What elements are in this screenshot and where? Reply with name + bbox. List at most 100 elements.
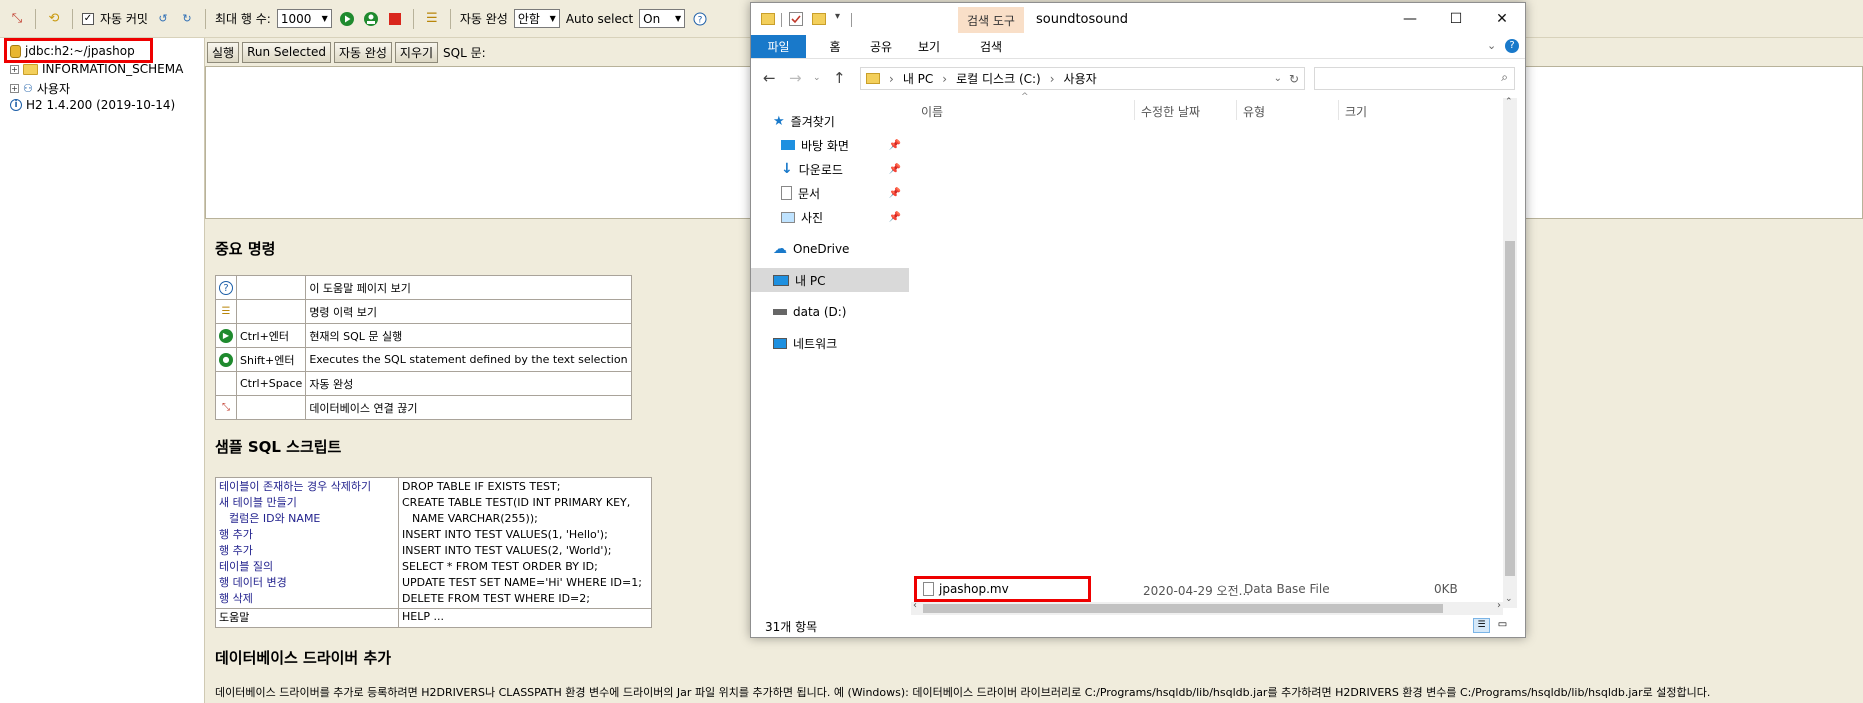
chevron-right-icon[interactable]: › <box>1050 72 1055 86</box>
tab-view[interactable]: 보기 <box>909 35 949 58</box>
disconnect-icon[interactable]: ⤡ <box>8 10 26 28</box>
forward-icon[interactable]: → <box>789 69 802 87</box>
sample-desc-link[interactable]: 테이블이 존재하는 경우 삭제하기 <box>219 479 395 495</box>
maximize-button[interactable]: ☐ <box>1433 3 1479 35</box>
command-desc: Executes the SQL statement defined by th… <box>305 347 632 372</box>
expand-ribbon-icon[interactable]: ⌄ <box>1487 39 1496 52</box>
command-icon-cell <box>215 371 237 396</box>
sample-desc-link[interactable]: 행 추가 <box>219 543 395 559</box>
expand-icon[interactable]: + <box>10 64 19 74</box>
breadcrumb-item[interactable]: 로컬 디스크 (C:) <box>956 70 1041 87</box>
rollback-icon[interactable]: ↺ <box>154 10 172 28</box>
toolbar-separator <box>412 8 414 29</box>
schema-tree-panel: jdbc:h2:~/jpashop + INFORMATION_SCHEMA +… <box>0 38 205 703</box>
chevron-right-icon[interactable]: › <box>942 72 947 86</box>
autocomplete-select[interactable]: 안함 ▼ <box>513 9 560 28</box>
close-button[interactable]: ✕ <box>1479 3 1525 35</box>
auto-commit-checkbox[interactable]: ✓ <box>82 12 94 25</box>
stop-icon[interactable] <box>386 10 404 28</box>
sample-desc-link[interactable]: 행 삭제 <box>219 591 395 607</box>
commit-icon[interactable]: ↻ <box>178 10 196 28</box>
tree-item-users[interactable]: + ⚇ 사용자 <box>10 80 70 97</box>
column-header-size[interactable]: 크기 <box>1345 103 1367 120</box>
breadcrumb-item[interactable]: 사용자 <box>1064 70 1097 87</box>
sample-desc-link[interactable]: 행 추가 <box>219 527 395 543</box>
back-icon[interactable]: ← <box>763 69 776 87</box>
auto-select-value: On <box>643 11 661 26</box>
customize-toolbar-icon[interactable]: ▾ <box>835 11 840 22</box>
sample-desc-link[interactable]: 컬럼은 ID와 NAME <box>219 511 395 527</box>
chevron-right-icon[interactable]: › <box>889 72 894 86</box>
auto-select-select[interactable]: On ▼ <box>639 9 686 28</box>
tab-file[interactable]: 파일 <box>751 35 806 58</box>
sample-desc-link[interactable]: 새 테이블 만들기 <box>219 495 395 511</box>
up-icon[interactable]: ↑ <box>833 69 846 87</box>
file-size: 0KB <box>1434 582 1458 596</box>
nav-item-desktop[interactable]: 바탕 화면 📌 <box>751 133 909 157</box>
pin-icon[interactable]: 📌 <box>889 164 901 175</box>
sample-descriptions: 테이블이 존재하는 경우 삭제하기 새 테이블 만들기 컬럼은 ID와 NAME… <box>215 477 399 609</box>
sample-statement: INSERT INTO TEST VALUES(1, 'Hello'); <box>402 528 608 541</box>
refresh-icon[interactable]: ⟲ <box>45 10 63 28</box>
scroll-down-icon[interactable]: ⌄ <box>1505 594 1513 604</box>
nav-item-data-drive[interactable]: data (D:) <box>751 300 909 324</box>
column-divider[interactable] <box>1236 100 1237 120</box>
sample-desc-link[interactable]: 행 데이터 변경 <box>219 575 395 591</box>
nav-item-pictures[interactable]: 사진 📌 <box>751 205 909 229</box>
commands-table: ? 이 도움말 페이지 보기 ☰ 명령 이력 보기 ▶ Ctrl+엔터 현재의 … <box>215 275 632 420</box>
refresh-icon[interactable]: ↻ <box>1289 72 1299 86</box>
desktop-icon <box>781 140 795 150</box>
nav-item-this-pc[interactable]: 내 PC <box>751 268 909 292</box>
table-row: ? 이 도움말 페이지 보기 <box>215 275 632 300</box>
pin-icon[interactable]: 📌 <box>889 212 901 223</box>
history-icon[interactable]: ☰ <box>423 10 441 28</box>
tab-share[interactable]: 공유 <box>861 35 901 58</box>
help-icon[interactable]: ? <box>691 10 709 28</box>
properties-icon[interactable] <box>789 12 803 26</box>
pin-icon[interactable]: 📌 <box>889 140 901 151</box>
tree-item-information-schema[interactable]: + INFORMATION_SCHEMA <box>10 62 183 76</box>
column-divider[interactable] <box>1134 100 1135 120</box>
vertical-scroll-thumb[interactable] <box>1505 241 1515 576</box>
breadcrumb-item[interactable]: 내 PC <box>903 70 933 87</box>
horizontal-scroll-thumb[interactable] <box>923 604 1443 613</box>
max-rows-select[interactable]: 1000 ▼ <box>276 9 332 28</box>
scroll-right-icon[interactable]: › <box>1497 600 1501 611</box>
nav-item-onedrive[interactable]: ☁ OneDrive <box>751 237 909 261</box>
run-icon[interactable] <box>338 10 356 28</box>
nav-item-favorites[interactable]: ★ 즐겨찾기 <box>751 109 909 133</box>
run-button[interactable]: 실행 <box>207 41 240 63</box>
expand-icon[interactable]: + <box>10 84 19 93</box>
help-link[interactable]: 도움말 <box>219 610 395 626</box>
column-header-date[interactable]: 수정한 날짜 <box>1141 103 1200 120</box>
minimize-button[interactable]: — <box>1387 3 1433 35</box>
search-tools-context-tab[interactable]: 검색 도구 <box>958 7 1024 33</box>
column-divider[interactable] <box>1338 100 1339 120</box>
tab-home[interactable]: 홈 <box>815 35 855 58</box>
search-input[interactable]: ⌕ <box>1314 67 1515 90</box>
scroll-left-icon[interactable]: ‹ <box>913 600 917 611</box>
recent-locations-icon[interactable]: ⌄ <box>813 73 821 83</box>
large-icons-view-icon[interactable]: ▭ <box>1494 618 1511 633</box>
column-header-type[interactable]: 유형 <box>1243 103 1265 120</box>
tab-search[interactable]: 검색 <box>958 35 1024 58</box>
command-desc: 데이터베이스 연결 끊기 <box>305 395 632 420</box>
nav-item-documents[interactable]: 문서 📌 <box>751 181 909 205</box>
nav-item-network[interactable]: 네트워크 <box>751 331 909 355</box>
column-header-name[interactable]: 이름 <box>921 103 943 120</box>
pin-icon[interactable]: 📌 <box>889 188 901 199</box>
run-selected-icon[interactable] <box>362 10 380 28</box>
nav-item-label: data (D:) <box>793 305 847 319</box>
details-view-icon[interactable]: ☰ <box>1473 618 1490 633</box>
address-bar[interactable]: › 내 PC › 로컬 디스크 (C:) › 사용자 ⌄ ↻ <box>860 67 1305 90</box>
add-driver-title: 데이터베이스 드라이버 추가 <box>215 649 392 667</box>
autocomplete-button[interactable]: 자동 완성 <box>333 41 392 63</box>
nav-item-downloads[interactable]: ↓ 다운로드 📌 <box>751 157 909 181</box>
scroll-up-icon[interactable]: ⌃ <box>1505 97 1513 107</box>
sample-desc-link[interactable]: 테이블 질의 <box>219 559 395 575</box>
new-folder-icon[interactable] <box>812 13 826 25</box>
help-icon[interactable]: ? <box>1505 39 1519 53</box>
clear-button[interactable]: 지우기 <box>394 41 439 63</box>
run-selected-button[interactable]: Run Selected <box>242 41 331 63</box>
chevron-down-icon[interactable]: ⌄ <box>1274 73 1282 84</box>
